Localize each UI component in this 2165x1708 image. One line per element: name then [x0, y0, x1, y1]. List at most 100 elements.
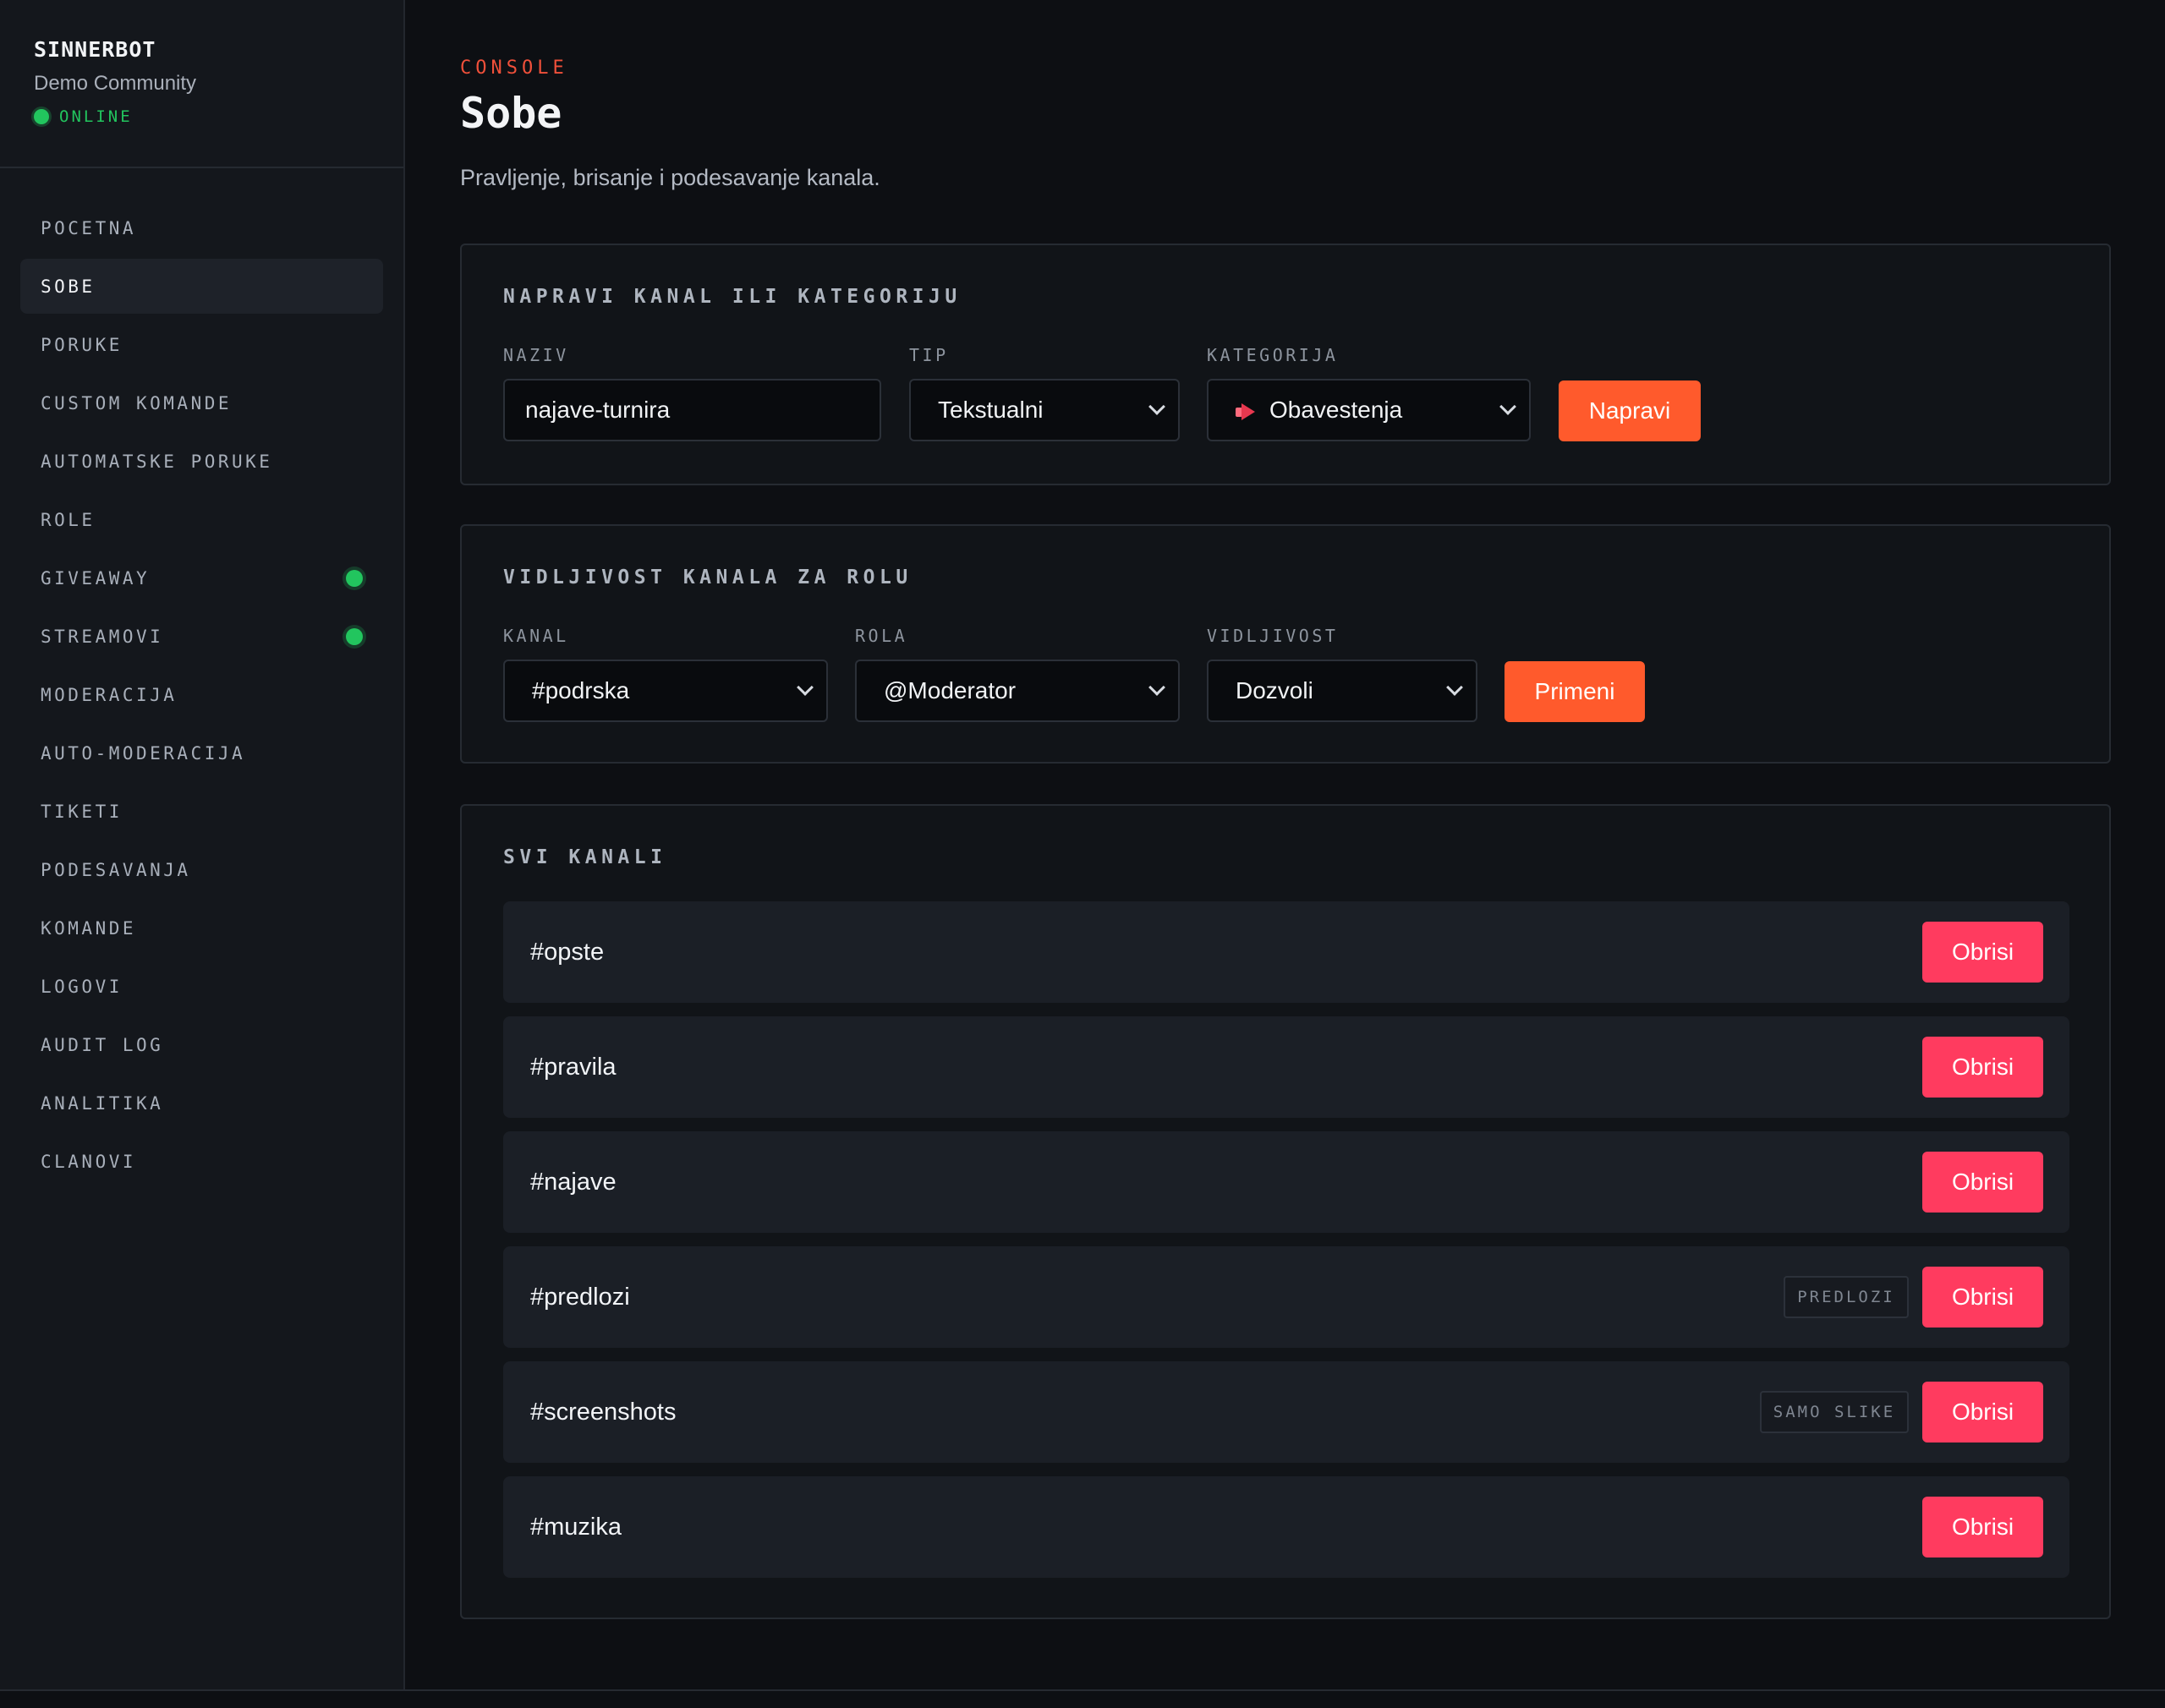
sidebar-item-label: GIVEAWAY [41, 567, 151, 588]
channel-name-input[interactable]: najave-turnira [503, 379, 881, 441]
community-name: Demo Community [34, 72, 197, 95]
channel-name: #predlozi [530, 1283, 630, 1311]
card-title: VIDLJIVOST KANALA ZA ROLU [503, 567, 913, 588]
channel-row: #pravila Obrisi [503, 1016, 2069, 1118]
sidebar-item-label: KOMANDE [41, 917, 137, 939]
sidebar-item-label: CUSTOM KOMANDE [41, 392, 233, 413]
sidebar-item-label: SOBE [41, 276, 96, 297]
delete-button[interactable]: Obrisi [1922, 1267, 2043, 1328]
sidebar-item-label: AUTOMATSKE PORUKE [41, 451, 273, 472]
channel-name: #pravila [530, 1053, 617, 1081]
channel-row: #screenshots SAMO SLIKE Obrisi [503, 1361, 2069, 1463]
main-content: CONSOLE Sobe Pravljenje, brisanje i pode… [460, 0, 2111, 1619]
online-dot-icon [34, 109, 49, 124]
card-title: SVI KANALI [503, 846, 667, 868]
sidebar-item-custom-komande[interactable]: CUSTOM KOMANDE [20, 375, 383, 430]
create-channel-card: NAPRAVI KANAL ILI KATEGORIJU NAZIV najav… [460, 244, 2111, 485]
sidebar-item-auto-moderacija[interactable]: AUTO-MODERACIJA [20, 725, 383, 780]
name-label: NAZIV [503, 345, 569, 365]
category-select[interactable]: Obavestenja [1207, 379, 1531, 441]
sidebar-item-role[interactable]: ROLE [20, 492, 383, 547]
visibility-select[interactable]: Dozvoli [1207, 660, 1477, 722]
sidebar-item-giveaway[interactable]: GIVEAWAY [20, 550, 383, 605]
card-title: NAPRAVI KANAL ILI KATEGORIJU [503, 286, 962, 308]
sidebar-item-label: PODESAVANJA [41, 859, 191, 880]
sidebar-nav: POCETNA SOBE PORUKE CUSTOM KOMANDE AUTOM… [0, 168, 403, 1189]
apply-button[interactable]: Primeni [1505, 661, 1645, 722]
sidebar-item-label: POCETNA [41, 217, 137, 238]
sidebar-item-streamovi[interactable]: STREAMOVI [20, 609, 383, 664]
channel-select[interactable]: #podrska [503, 660, 828, 722]
chevron-down-icon [1499, 398, 1516, 415]
channel-row: #muzika Obrisi [503, 1476, 2069, 1578]
sidebar-item-label: ANALITIKA [41, 1092, 164, 1114]
channel-name: #opste [530, 938, 605, 966]
role-select-value: @Moderator [884, 677, 1017, 703]
bot-name: SINNERBOT [34, 37, 156, 62]
page-subtitle: Pravljenje, brisanje i podesavanje kanal… [460, 165, 880, 190]
delete-button[interactable]: Obrisi [1922, 922, 2043, 983]
sidebar-item-tiketi[interactable]: TIKETI [20, 784, 383, 839]
active-dot-icon [346, 569, 363, 587]
chevron-down-icon [1446, 679, 1463, 696]
sidebar-item-label: STREAMOVI [41, 626, 164, 647]
channel-tag: PREDLOZI [1784, 1276, 1909, 1318]
sidebar-item-label: LOGOVI [41, 976, 123, 997]
visibility-label: VIDLJIVOST [1207, 626, 1339, 646]
visibility-select-value: Dozvoli [1236, 677, 1313, 703]
sidebar-item-moderacija[interactable]: MODERACIJA [20, 667, 383, 722]
visibility-card: VIDLJIVOST KANALA ZA ROLU KANAL #podrska… [460, 524, 2111, 764]
role-select[interactable]: @Moderator [855, 660, 1180, 722]
chevron-down-icon [1148, 398, 1165, 415]
sidebar-item-label: AUDIT LOG [41, 1034, 164, 1055]
sidebar-item-label: PORUKE [41, 334, 123, 355]
megaphone-icon [1236, 403, 1258, 420]
sidebar-item-label: AUTO-MODERACIJA [41, 742, 246, 764]
sidebar-item-pocetna[interactable]: POCETNA [20, 200, 383, 255]
chevron-down-icon [1148, 679, 1165, 696]
sidebar-item-automatske-poruke[interactable]: AUTOMATSKE PORUKE [20, 434, 383, 489]
sidebar-item-audit-log[interactable]: AUDIT LOG [20, 1017, 383, 1072]
sidebar-item-analitika[interactable]: ANALITIKA [20, 1076, 383, 1130]
status-text: ONLINE [59, 107, 133, 126]
active-dot-icon [346, 627, 363, 645]
channel-label: KANAL [503, 626, 569, 646]
brand-block: SINNERBOT Demo Community ONLINE [0, 0, 403, 168]
channel-name: #screenshots [530, 1398, 677, 1426]
channel-row: #predlozi PREDLOZI Obrisi [503, 1246, 2069, 1348]
category-label: KATEGORIJA [1207, 345, 1339, 365]
delete-button[interactable]: Obrisi [1922, 1037, 2043, 1098]
channel-row: #najave Obrisi [503, 1131, 2069, 1233]
bottom-divider [0, 1689, 2165, 1691]
sidebar-item-komande[interactable]: KOMANDE [20, 901, 383, 955]
sidebar: SINNERBOT Demo Community ONLINE POCETNA … [0, 0, 405, 1691]
sidebar-item-sobe[interactable]: SOBE [20, 259, 383, 314]
sidebar-item-label: ROLE [41, 509, 96, 530]
create-button[interactable]: Napravi [1559, 380, 1701, 441]
sidebar-item-clanovi[interactable]: CLANOVI [20, 1134, 383, 1189]
sidebar-item-logovi[interactable]: LOGOVI [20, 959, 383, 1014]
chevron-down-icon [797, 679, 814, 696]
sidebar-item-label: MODERACIJA [41, 684, 178, 705]
channels-card: SVI KANALI #opste Obrisi #pravila Obrisi… [460, 804, 2111, 1619]
category-select-value: Obavestenja [1269, 397, 1403, 423]
channel-tag: SAMO SLIKE [1760, 1391, 1909, 1433]
delete-button[interactable]: Obrisi [1922, 1382, 2043, 1442]
sidebar-item-poruke[interactable]: PORUKE [20, 317, 383, 372]
sidebar-item-label: TIKETI [41, 801, 123, 822]
channel-name: #muzika [530, 1513, 622, 1541]
channel-row: #opste Obrisi [503, 901, 2069, 1003]
type-select[interactable]: Tekstualni [909, 379, 1180, 441]
category-select-content: Obavestenja [1236, 397, 1402, 424]
channel-select-value: #podrska [532, 677, 630, 703]
sidebar-item-podesavanja[interactable]: PODESAVANJA [20, 842, 383, 897]
delete-button[interactable]: Obrisi [1922, 1497, 2043, 1557]
type-select-value: Tekstualni [938, 397, 1044, 423]
status-indicator: ONLINE [34, 107, 370, 126]
channel-name: #najave [530, 1168, 617, 1196]
role-label: ROLA [855, 626, 908, 646]
type-label: TIP [909, 345, 949, 365]
section-eyebrow: CONSOLE [460, 57, 568, 79]
delete-button[interactable]: Obrisi [1922, 1152, 2043, 1213]
channel-name-value: najave-turnira [525, 397, 671, 423]
